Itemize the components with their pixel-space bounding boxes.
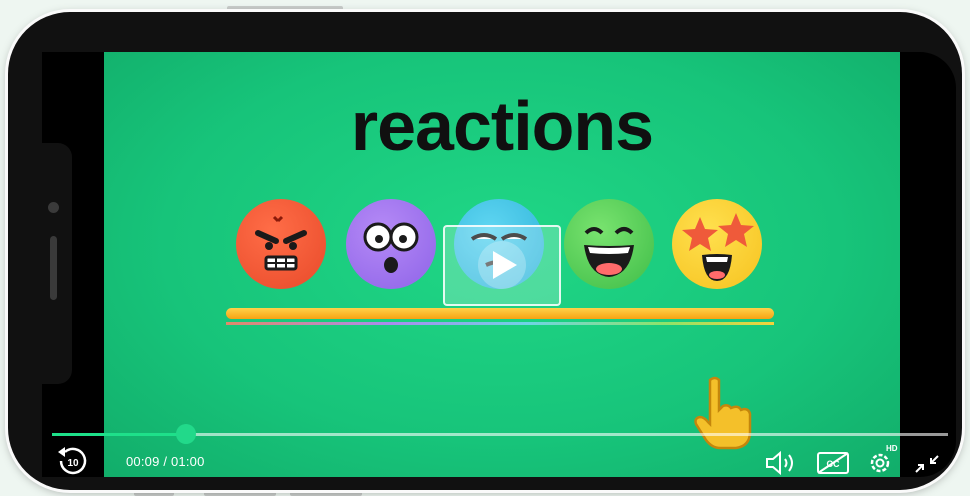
volume-button[interactable] <box>764 450 800 476</box>
speaker-grille <box>50 236 57 300</box>
play-icon <box>478 241 526 289</box>
progress-fill <box>52 433 187 436</box>
angry-emoji <box>236 199 326 289</box>
camera-sensor <box>48 202 59 213</box>
time-display: 00:09 / 01:00 <box>126 454 205 469</box>
play-button[interactable] <box>443 225 561 306</box>
surprised-emoji <box>346 199 436 289</box>
video-frame[interactable]: reactions <box>104 52 900 477</box>
phone-notch <box>8 143 72 384</box>
video-player[interactable]: reactions 10 00:09 / 01:00 CC HD <box>42 52 956 477</box>
hand-cursor-icon <box>694 376 752 450</box>
replay-10-button[interactable]: 10 <box>56 446 90 476</box>
captions-off-icon: CC <box>817 452 849 474</box>
reaction-scale-ruler <box>226 322 774 346</box>
replay-10-icon: 10 <box>58 447 87 475</box>
video-title-text: reactions <box>350 87 654 165</box>
svg-text:CC: CC <box>827 459 840 469</box>
captions-button[interactable]: CC <box>816 450 850 476</box>
svg-text:10: 10 <box>67 458 79 469</box>
hd-badge: HD <box>886 444 898 453</box>
phone-frame: reactions 10 00:09 / 01:00 CC HD <box>8 12 962 490</box>
exit-fullscreen-button[interactable] <box>912 452 942 476</box>
volume-icon <box>766 450 793 476</box>
reaction-scale-bar <box>226 308 774 319</box>
settings-button[interactable]: HD <box>864 444 898 476</box>
exit-fullscreen-icon <box>915 455 939 473</box>
star-struck-emoji <box>672 199 762 289</box>
laughing-emoji <box>564 199 654 289</box>
